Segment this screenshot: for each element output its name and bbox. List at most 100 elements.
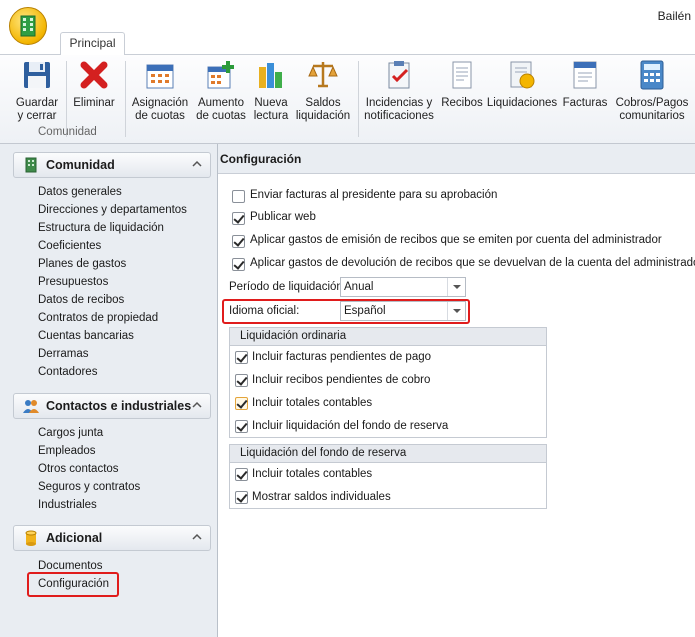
calendar-grid-icon <box>144 59 176 91</box>
floppy-disk-icon <box>21 59 53 91</box>
calendar-plus-icon <box>205 59 237 91</box>
option-label: Incluir totales contables <box>252 397 373 409</box>
option-label: Incluir liquidación del fondo de reserva <box>252 420 449 432</box>
assign-fees-button[interactable]: Asignación de cuotas <box>132 59 188 123</box>
label: Saldos <box>305 97 341 109</box>
periodo-value: Anual <box>344 281 374 293</box>
label: Guardar <box>15 97 59 109</box>
bar-chart-icon <box>255 59 287 91</box>
nav-header-label: Comunidad <box>46 158 115 172</box>
scales-icon <box>307 59 339 91</box>
checkbox-fondo-reserva[interactable] <box>235 420 248 433</box>
chevron-up-icon[interactable] <box>192 531 202 541</box>
nav-item-seguros[interactable]: Seguros y contratos <box>38 478 140 496</box>
cylinder-icon <box>22 530 40 546</box>
checkbox-recibos-pendientes[interactable] <box>235 374 248 387</box>
increase-fees-button[interactable]: Aumento de cuotas <box>193 59 249 123</box>
checkbox-return-costs[interactable] <box>232 258 245 271</box>
checkbox-facturas-pendientes[interactable] <box>235 351 248 364</box>
label: Eliminar <box>73 97 115 109</box>
label: Incidencias y <box>365 97 433 109</box>
navigation-pane: Comunidad Datos generales Direcciones y … <box>0 144 218 637</box>
chevron-up-icon[interactable] <box>192 399 202 409</box>
nav-item-industriales[interactable]: Industriales <box>38 496 140 514</box>
ribbon: Guardar y cerrar Eliminar Asignación de … <box>0 54 695 144</box>
nav-item-cargos-junta[interactable]: Cargos junta <box>38 424 140 442</box>
people-icon <box>22 398 40 414</box>
new-reading-button[interactable]: Nueva lectura <box>252 59 290 123</box>
incidents-notifications-button[interactable]: Incidencias y notificaciones <box>364 59 434 123</box>
notebook-coin-icon <box>506 59 538 91</box>
nav-list-contactos: Cargos junta Empleados Otros contactos S… <box>38 424 140 514</box>
label: Asignación <box>131 97 189 109</box>
receipts-button[interactable]: Recibos <box>440 59 484 110</box>
delete-button[interactable]: Eliminar <box>73 59 115 110</box>
option-label: Mostrar saldos individuales <box>252 491 391 503</box>
label: liquidación <box>295 110 351 122</box>
label: Cobros/Pagos <box>615 97 689 109</box>
label: y cerrar <box>17 110 57 122</box>
red-x-icon <box>78 59 110 91</box>
nav-item-contadores[interactable]: Contadores <box>38 363 187 381</box>
label: Aumento <box>197 97 245 109</box>
settlements-button[interactable]: Liquidaciones <box>486 59 558 110</box>
label: comunitarios <box>619 110 685 122</box>
idioma-value: Español <box>344 305 386 317</box>
checkbox-publish-web[interactable] <box>232 212 245 225</box>
nav-header-contactos[interactable]: Contactos e industriales <box>13 393 211 419</box>
nav-list-comunidad: Datos generales Direcciones y departamen… <box>38 183 187 381</box>
page-title: Configuración <box>218 144 695 174</box>
tab-principal[interactable]: Principal <box>60 32 125 55</box>
nav-item-datos-generales[interactable]: Datos generales <box>38 183 187 201</box>
nav-item-datos-recibos[interactable]: Datos de recibos <box>38 291 187 309</box>
receipt-icon <box>446 59 478 91</box>
group-title: Liquidación del fondo de reserva <box>230 445 546 463</box>
checkbox-send-invoices[interactable] <box>232 190 245 203</box>
chevron-up-icon[interactable] <box>192 158 202 168</box>
title-bar <box>0 0 695 34</box>
nav-item-cuentas[interactable]: Cuentas bancarias <box>38 327 187 345</box>
save-close-button[interactable]: Guardar y cerrar <box>16 59 58 123</box>
option-label: Incluir facturas pendientes de pago <box>252 351 432 363</box>
nav-item-derramas[interactable]: Derramas <box>38 345 187 363</box>
chevron-down-icon[interactable] <box>447 278 465 296</box>
app-logo-icon[interactable] <box>9 7 47 45</box>
nav-header-adicional[interactable]: Adicional <box>13 525 211 551</box>
clipboard-check-icon <box>383 59 415 91</box>
ribbon-group-label: Comunidad <box>38 126 97 138</box>
nav-item-direcciones[interactable]: Direcciones y departamentos <box>38 201 187 219</box>
nav-header-comunidad[interactable]: Comunidad <box>13 152 211 178</box>
label: de cuotas <box>196 110 246 122</box>
checkbox-saldos-individuales[interactable] <box>235 491 248 504</box>
settlement-balances-button[interactable]: Saldos liquidación <box>296 59 350 123</box>
nav-item-planes-gastos[interactable]: Planes de gastos <box>38 255 187 273</box>
option-label: Incluir recibos pendientes de cobro <box>252 374 431 386</box>
nav-item-coeficientes[interactable]: Coeficientes <box>38 237 187 255</box>
idioma-select[interactable]: Español <box>340 301 466 321</box>
nav-item-presupuestos[interactable]: Presupuestos <box>38 273 187 291</box>
checkbox-emission-costs[interactable] <box>232 235 245 248</box>
option-label: Aplicar gastos de emisión de recibos que… <box>250 234 662 246</box>
highlight-box-configuracion <box>27 572 119 597</box>
calculator-icon <box>636 59 668 91</box>
nav-item-contratos[interactable]: Contratos de propiedad <box>38 309 187 327</box>
nav-item-empleados[interactable]: Empleados <box>38 442 140 460</box>
option-label: Enviar facturas al presidente para su ap… <box>250 189 498 201</box>
label: Liquidaciones <box>486 97 558 109</box>
label: Recibos <box>441 97 483 109</box>
periodo-select[interactable]: Anual <box>340 277 466 297</box>
building-icon <box>22 157 40 173</box>
option-label: Publicar web <box>250 211 316 223</box>
nav-header-label: Adicional <box>46 531 103 545</box>
checkbox-totales-contables-fondo[interactable] <box>235 468 248 481</box>
nav-item-otros-contactos[interactable]: Otros contactos <box>38 460 140 478</box>
label: de cuotas <box>135 110 185 122</box>
community-payments-button[interactable]: Cobros/Pagos comunitarios <box>614 59 690 123</box>
nav-item-estructura[interactable]: Estructura de liquidación <box>38 219 187 237</box>
checkbox-totales-contables[interactable] <box>235 397 248 410</box>
chevron-down-icon[interactable] <box>447 302 465 320</box>
idioma-label: Idioma oficial: <box>229 305 300 317</box>
invoices-button[interactable]: Facturas <box>562 59 608 110</box>
label: Nueva <box>254 97 288 109</box>
label: notificaciones <box>364 110 434 122</box>
